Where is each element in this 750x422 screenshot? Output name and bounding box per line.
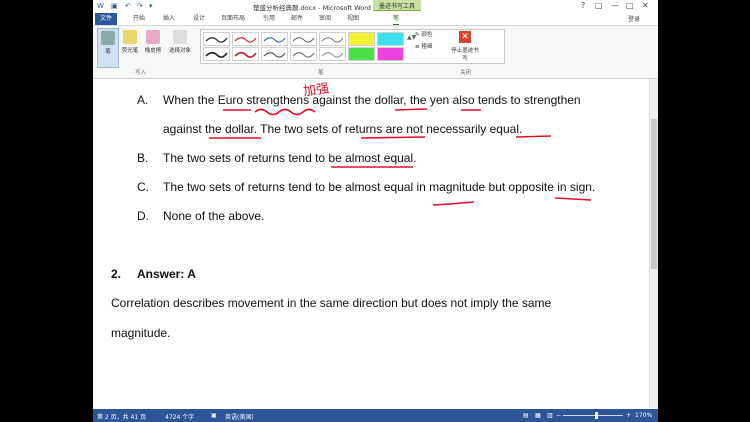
explanation-line-2: magnitude.: [111, 326, 171, 340]
customize-icon[interactable]: ▾: [149, 2, 153, 10]
word-logo-icon: W: [97, 2, 104, 10]
pen-swatch[interactable]: [203, 32, 230, 46]
ribbon-tabs: 文件 开始 插入 设计 页面布局 引用 邮件 审阅 视图 笔 登录: [93, 13, 658, 26]
highlighter-swatch[interactable]: [377, 32, 404, 46]
close-button[interactable]: ✕: [642, 1, 649, 10]
option-c-text: The two sets of returns tend to be almos…: [163, 180, 596, 194]
option-a-line-2: against the dollar. The two sets of retu…: [163, 122, 523, 136]
eraser-label: 橡皮擦: [144, 48, 162, 54]
highlighter-icon: [123, 30, 137, 44]
word-window: W ▣ ↶ ↷ ▾ 楚盛分析经典题.docx - Microsoft Word …: [93, 0, 658, 422]
tab-home[interactable]: 开始: [133, 14, 145, 24]
tab-review[interactable]: 审阅: [319, 14, 331, 24]
zoom-in-icon[interactable]: +: [626, 412, 631, 419]
web-layout-icon[interactable]: ▥: [547, 412, 553, 419]
pens-group-label: 笔: [318, 70, 324, 76]
option-b-letter: B.: [137, 151, 149, 165]
vertical-scrollbar[interactable]: [649, 79, 658, 408]
handwritten-note: 加强: [302, 81, 331, 100]
option-b-text: The two sets of returns tend to be almos…: [163, 151, 417, 165]
sign-in-link[interactable]: 登录: [628, 14, 640, 23]
cursor-icon: [173, 30, 187, 44]
pen-swatch[interactable]: [232, 32, 259, 46]
save-icon[interactable]: ▣: [111, 2, 118, 10]
option-a-letter: A.: [137, 93, 149, 107]
tab-mailings[interactable]: 邮件: [291, 14, 303, 24]
thickness-button[interactable]: ≡ 粗细: [415, 42, 432, 50]
pen-swatch[interactable]: [319, 47, 346, 61]
zoom-level[interactable]: 170%: [635, 412, 652, 419]
ink-wave-strengthens: [254, 108, 316, 116]
maximize-button[interactable]: □: [626, 1, 634, 10]
tab-references[interactable]: 引用: [263, 14, 275, 24]
ink-underline-opposite: [554, 197, 592, 201]
select-objects-button[interactable]: 选择对象: [167, 28, 193, 66]
option-c-letter: C.: [137, 180, 149, 194]
close-group-label: 关闭: [460, 70, 472, 76]
ribbon: 笔 荧光笔 橡皮擦 选择对象 写入 ▲▼ 笔 ✎ 颜色 ≡ 粗细 ✕ 停止墨迹书…: [93, 26, 658, 79]
tab-view[interactable]: 视图: [347, 14, 359, 24]
write-group-label: 写入: [135, 70, 147, 76]
pen-swatch[interactable]: [232, 47, 259, 61]
ink-underline-equal: [515, 135, 552, 138]
zoom-slider[interactable]: [563, 415, 623, 416]
ink-underline-returns-are: [360, 136, 426, 139]
pen-swatch[interactable]: [261, 32, 288, 46]
word-count[interactable]: 4724 个字: [165, 412, 194, 421]
undo-icon[interactable]: ↶: [125, 2, 131, 10]
tab-pen[interactable]: 笔: [393, 14, 400, 25]
ink-underline-magnitude: [432, 201, 475, 206]
tab-design[interactable]: 设计: [193, 14, 205, 24]
answer-number: 2.: [111, 267, 122, 281]
answer-label: Answer: A: [137, 267, 196, 281]
pen-swatch[interactable]: [261, 47, 288, 61]
highlighter-button[interactable]: 荧光笔: [120, 28, 140, 66]
pen-swatch[interactable]: [290, 32, 317, 46]
stop-inking-icon[interactable]: ✕: [459, 31, 471, 43]
zoom-thumb[interactable]: [595, 412, 598, 419]
select-label: 选择对象: [168, 48, 191, 54]
ribbon-display-icon[interactable]: □: [595, 1, 603, 10]
tab-insert[interactable]: 插入: [163, 14, 175, 24]
title-bar: W ▣ ↶ ↷ ▾ 楚盛分析经典题.docx - Microsoft Word …: [93, 0, 658, 13]
tab-layout[interactable]: 页面布局: [221, 14, 245, 24]
ink-underline-dollar: [394, 108, 428, 111]
option-a-line-1: When the Euro strengthens against the do…: [163, 93, 581, 107]
explanation-line-1: Correlation describes movement in the sa…: [111, 296, 552, 310]
status-bar: 第 2 页，共 41 页 4724 个字 ▣ 英语(美国) ▤ ▦ ▥ − + …: [93, 409, 658, 422]
minimize-button[interactable]: —: [611, 1, 619, 10]
ink-tools-context-tab[interactable]: 墨迹书写工具: [373, 0, 422, 11]
pen-swatch[interactable]: [203, 47, 230, 61]
option-d-text: None of the above.: [163, 209, 265, 223]
stop-inking-label[interactable]: 停止墨迹书写: [450, 46, 480, 62]
window-title: 楚盛分析经典题.docx - Microsoft Word: [253, 4, 371, 12]
pen-swatch[interactable]: [319, 32, 346, 46]
highlighter-swatch[interactable]: [348, 47, 375, 61]
language[interactable]: 英语(美国): [225, 412, 254, 421]
read-mode-icon[interactable]: ▤: [523, 412, 529, 419]
color-label: 颜色: [421, 32, 433, 38]
print-layout-icon[interactable]: ▦: [535, 412, 541, 419]
document-page[interactable]: A. When the Euro strengthens against the…: [93, 79, 658, 409]
tab-file[interactable]: 文件: [95, 13, 117, 25]
option-d-letter: D.: [137, 209, 149, 223]
scroll-thumb[interactable]: [651, 119, 657, 269]
pen-swatch[interactable]: [290, 47, 317, 61]
zoom-out-icon[interactable]: −: [556, 412, 561, 419]
color-button[interactable]: ✎ 颜色: [415, 30, 432, 38]
thickness-label: 粗细: [421, 44, 433, 50]
highlighter-swatch[interactable]: [377, 47, 404, 61]
help-icon[interactable]: ?: [581, 1, 585, 10]
pen-button[interactable]: 笔: [97, 28, 119, 68]
redo-icon[interactable]: ↷: [137, 2, 143, 10]
eraser-button[interactable]: 橡皮擦: [143, 28, 163, 66]
pen-icon: [101, 31, 115, 45]
highlighter-label: 荧光笔: [121, 48, 139, 54]
highlighter-swatch[interactable]: [348, 32, 375, 46]
proofing-icon[interactable]: ▣: [211, 412, 217, 419]
page-count[interactable]: 第 2 页，共 41 页: [97, 412, 146, 421]
pen-label: 笔: [105, 49, 111, 55]
eraser-icon: [146, 30, 160, 44]
